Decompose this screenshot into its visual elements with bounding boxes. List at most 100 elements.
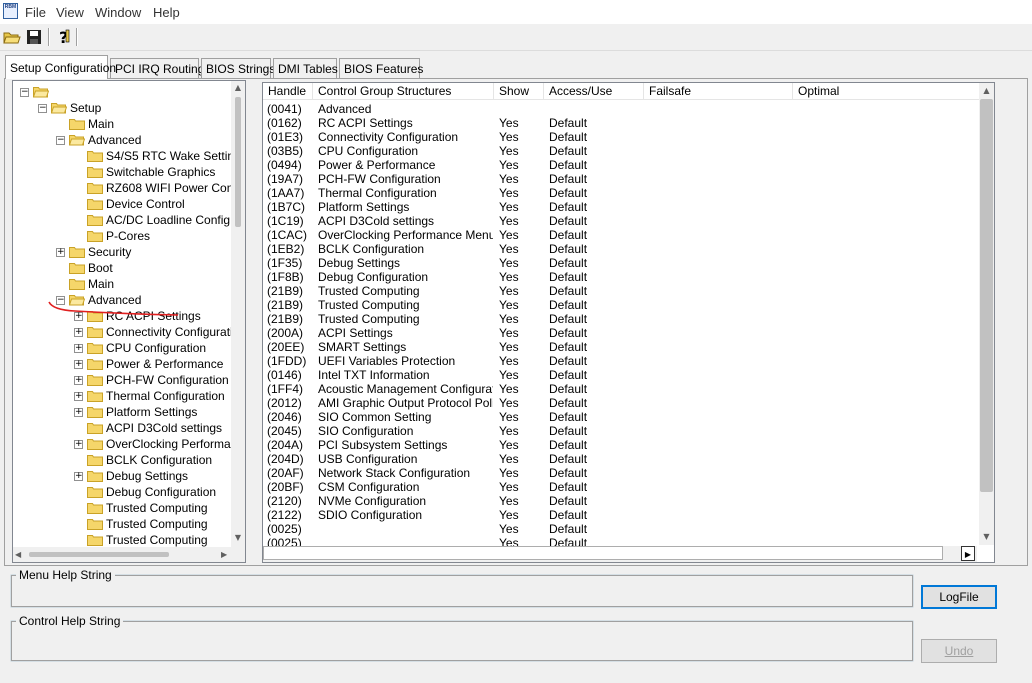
tree-node[interactable]: S4/S5 RTC Wake Settin [87,148,234,164]
table-row[interactable]: (1B7C) Platform Settings Yes Default [263,200,994,214]
table-row[interactable]: (1C19) ACPI D3Cold settings Yes Default [263,214,994,228]
tree-node[interactable]: Main [69,276,114,292]
tree-node[interactable]: Trusted Computing [87,500,208,516]
tree-node[interactable]: Platform Settings [87,404,197,420]
help-question-icon[interactable]: ? [54,27,74,47]
tree-node[interactable]: Power & Performance [87,356,223,372]
tree-vertical-scrollbar[interactable]: ▲ ▼ [231,81,245,547]
tree-node[interactable]: AC/DC Loadline Config [87,212,230,228]
tree-vscroll-thumb[interactable] [235,97,241,227]
expand-plus-icon[interactable]: + [74,440,83,449]
logfile-button[interactable]: LogFile [921,585,997,609]
column-header-optimal[interactable]: Optimal [793,83,980,100]
tree-node[interactable]: P-Cores [87,228,150,244]
tab-setup-configuration[interactable]: Setup Configuration [5,55,116,79]
scroll-right-arrow-icon[interactable]: ▶ [221,550,227,559]
tree-node[interactable]: Trusted Computing [87,532,208,548]
table-row[interactable]: (21B9) Trusted Computing Yes Default [263,298,994,312]
scroll-down-arrow-icon[interactable]: ▼ [231,533,245,542]
table-row[interactable]: (1EB2) BCLK Configuration Yes Default [263,242,994,256]
table-row[interactable]: (1FF4) Acoustic Management Configurati Yes… [263,382,994,396]
tab-bios-features[interactable]: BIOS Features [339,58,423,78]
control-group-grid[interactable]: Handle Control Group Structures Show Acc… [262,82,995,563]
open-folder-icon[interactable] [2,27,22,47]
table-row[interactable]: (204A) PCI Subsystem Settings Yes Default [263,438,994,452]
tree-node[interactable]: RZ608 WIFI Power Confi [87,180,239,196]
tab-dmi-tables[interactable]: DMI Tables [273,58,338,78]
scroll-up-arrow-icon[interactable]: ▲ [979,86,994,95]
menu-file[interactable]: File [25,5,46,20]
expand-plus-icon[interactable]: + [74,328,83,337]
tree-node[interactable]: PCH-FW Configuration [87,372,229,388]
scroll-left-arrow-icon[interactable]: ◀ [15,550,21,559]
menu-view[interactable]: View [56,5,84,20]
table-row[interactable]: (200A) ACPI Settings Yes Default [263,326,994,340]
table-row[interactable]: (2122) SDIO Configuration Yes Default [263,508,994,522]
table-row[interactable]: (1F8B) Debug Configuration Yes Default [263,270,994,284]
table-row[interactable]: (1FDD) UEFI Variables Protection Yes Defaul… [263,354,994,368]
table-row[interactable]: (2045) SIO Configuration Yes Default [263,424,994,438]
table-row[interactable]: (01E3) Connectivity Configuration Yes Defau… [263,130,994,144]
column-header-show[interactable]: Show [494,83,544,100]
tree-node[interactable]: Switchable Graphics [87,164,215,180]
expand-plus-icon[interactable]: + [74,376,83,385]
table-row[interactable]: (03B5) CPU Configuration Yes Default [263,144,994,158]
expand-plus-icon[interactable]: + [74,360,83,369]
tab-bios-strings[interactable]: BIOS Strings [201,58,275,78]
tree-node[interactable]: Main [69,116,114,132]
expand-plus-icon[interactable]: + [74,392,83,401]
scroll-right-arrow-icon[interactable]: ▶ [961,546,975,561]
tree-hscroll-thumb[interactable] [29,552,169,557]
table-row[interactable]: (0494) Power & Performance Yes Default [263,158,994,172]
scroll-up-arrow-icon[interactable]: ▲ [231,83,245,92]
tree-node[interactable]: Setup [51,100,101,116]
column-header-handle[interactable]: Handle [263,83,313,100]
tree-node[interactable]: Debug Configuration [87,484,216,500]
setup-tree[interactable]: − Setup − Main Advanced − S4/S5 RTC Wake Setti… [12,80,246,563]
menu-help[interactable]: Help [153,5,180,20]
expand-plus-icon[interactable]: + [74,408,83,417]
tree-node[interactable]: Advanced [69,132,141,148]
table-row[interactable]: (20EE) SMART Settings Yes Default [263,340,994,354]
tree-horizontal-scrollbar[interactable]: ◀ ▶ [13,547,245,562]
tree-node[interactable] [33,84,52,100]
collapse-minus-icon[interactable]: − [20,88,29,97]
table-row[interactable]: (0146) Intel TXT Information Yes Default [263,368,994,382]
table-row[interactable]: (2046) SIO Common Setting Yes Default [263,410,994,424]
collapse-minus-icon[interactable]: − [56,136,65,145]
tree-node[interactable]: Boot [69,260,113,276]
table-row[interactable]: (20BF) CSM Configuration Yes Default [263,480,994,494]
table-row[interactable]: (21B9) Trusted Computing Yes Default [263,284,994,298]
tree-node[interactable]: BCLK Configuration [87,452,212,468]
tree-node[interactable]: OverClocking Performanc [87,436,243,452]
tab-pci-irq-routing[interactable]: PCI IRQ Routing [110,58,204,78]
table-row[interactable]: (0162) RC ACPI Settings Yes Default [263,116,994,130]
table-row[interactable]: (0025) Yes Default [263,522,994,536]
expand-plus-icon[interactable]: + [56,248,65,257]
table-row[interactable]: (21B9) Trusted Computing Yes Default [263,312,994,326]
tree-node[interactable]: Debug Settings [87,468,188,484]
column-header-access[interactable]: Access/Use [544,83,644,100]
tree-node[interactable]: ACPI D3Cold settings [87,420,222,436]
grid-horizontal-scrollbar[interactable]: ▶ [263,546,977,562]
table-row[interactable]: (1F35) Debug Settings Yes Default [263,256,994,270]
table-row[interactable]: (1CAC) OverClocking Performance Menu Yes De… [263,228,994,242]
table-row[interactable]: (19A7) PCH-FW Configuration Yes Default [263,172,994,186]
save-disk-icon[interactable] [24,27,44,47]
grid-vscroll-thumb[interactable] [980,99,993,492]
expand-plus-icon[interactable]: + [74,472,83,481]
tree-node[interactable]: Thermal Configuration [87,388,225,404]
tree-node[interactable]: Trusted Computing [87,516,208,532]
menu-window[interactable]: Window [95,5,141,20]
table-row[interactable]: (1AA7) Thermal Configuration Yes Default [263,186,994,200]
grid-vertical-scrollbar[interactable]: ▲ ▼ [979,83,994,545]
undo-button[interactable]: Undo [921,639,997,663]
table-row[interactable]: (2120) NVMe Configuration Yes Default [263,494,994,508]
expand-plus-icon[interactable]: + [74,344,83,353]
table-row[interactable]: (20AF) Network Stack Configuration Yes Defa… [263,466,994,480]
tree-node[interactable]: Device Control [87,196,185,212]
tree-node[interactable]: Connectivity Configuration [87,324,245,340]
tree-node[interactable]: Security [69,244,131,260]
table-row[interactable]: (0041) Advanced [263,102,994,116]
column-header-structures[interactable]: Control Group Structures [313,83,494,100]
